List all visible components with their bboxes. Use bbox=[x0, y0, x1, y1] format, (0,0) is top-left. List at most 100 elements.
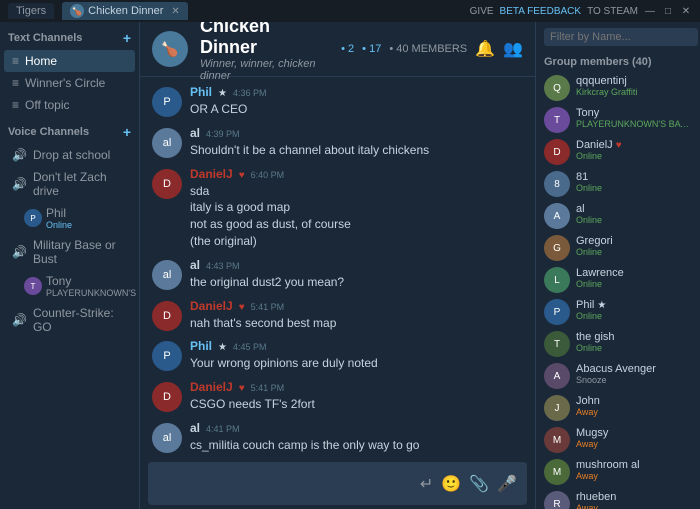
msg-author-4: DanielJ bbox=[190, 299, 233, 313]
msg-author-5: Phil bbox=[190, 339, 212, 353]
phil-avatar-small: P bbox=[24, 209, 42, 227]
sidebar-item-counter-strike[interactable]: 🔊 Counter-Strike: GO bbox=[4, 302, 135, 338]
tony-voice-sub: PLAYERUNKNOWN'S bbox=[46, 288, 136, 298]
member-sub-5: Online bbox=[576, 247, 692, 257]
sidebar-item-off-topic[interactable]: ≡ Off topic bbox=[4, 94, 135, 116]
chat-area: 🍗 Chicken Dinner Winner, winner, chicken… bbox=[140, 22, 535, 509]
close-button[interactable]: ✕ bbox=[680, 5, 692, 17]
add-voice-channel-button[interactable]: + bbox=[123, 124, 131, 140]
member-info-7: Phil ★ Online bbox=[576, 299, 692, 321]
sidebar-item-home[interactable]: ≡ Home bbox=[4, 50, 135, 72]
message-group-7: al al 4:41 PM cs_militia couch camp is t… bbox=[152, 421, 523, 453]
msg-author-3: al bbox=[190, 258, 200, 272]
msg-header-3: al 4:43 PM bbox=[190, 258, 523, 272]
msg-time-4: 5:41 PM bbox=[251, 302, 285, 312]
voice-channels-section: Voice Channels + bbox=[0, 116, 139, 144]
msg-content-2: DanielJ ♥ 6:40 PM sda italy is a good ma… bbox=[190, 167, 523, 250]
member-sub-11: Away bbox=[576, 439, 692, 449]
member-name-13: rhueben bbox=[576, 491, 692, 503]
member-item[interactable]: M Mugsy Away bbox=[540, 424, 696, 456]
msg-content-5: Phil ★ 4:45 PM Your wrong opinions are d… bbox=[190, 339, 523, 372]
member-item[interactable]: G Gregori Online bbox=[540, 232, 696, 264]
off-topic-label: Off topic bbox=[25, 98, 69, 112]
sidebar-item-winners-circle[interactable]: ≡ Winner's Circle bbox=[4, 72, 135, 94]
msg-content-1: al 4:39 PM Shouldn't it be a channel abo… bbox=[190, 126, 523, 159]
member-item[interactable]: M mushroom al Away bbox=[540, 456, 696, 488]
msg-heart-4: ♥ bbox=[239, 302, 245, 313]
msg-author-7: al bbox=[190, 421, 200, 435]
chat-input[interactable] bbox=[158, 477, 412, 491]
message-group-4: D DanielJ ♥ 5:41 PM nah that's second be… bbox=[152, 299, 523, 332]
member-avatar-12: M bbox=[544, 459, 570, 485]
member-avatar-6: L bbox=[544, 267, 570, 293]
member-info-13: rhueben Away bbox=[576, 491, 692, 509]
voice-input-icon[interactable]: 🎤 bbox=[497, 474, 517, 494]
bell-icon[interactable]: 🔔 bbox=[475, 39, 495, 59]
msg-header-0: Phil ★ 4:36 PM bbox=[190, 85, 523, 99]
maximize-button[interactable]: □ bbox=[662, 5, 674, 17]
attachment-icon[interactable]: 📎 bbox=[469, 474, 489, 494]
msg-content-7: al 4:41 PM cs_militia couch camp is the … bbox=[190, 421, 523, 453]
tony-voice-label: Tony bbox=[46, 274, 71, 288]
voice-icon-3: 🔊 bbox=[12, 245, 27, 259]
send-icon[interactable]: ↵ bbox=[420, 474, 433, 494]
member-item[interactable]: T Tony PLAYERUNKNOWN'S BATTLEG... bbox=[540, 104, 696, 136]
member-item[interactable]: R rhueben Away bbox=[540, 488, 696, 509]
member-sub-3: Online bbox=[576, 183, 692, 193]
minimize-button[interactable]: — bbox=[644, 5, 656, 17]
member-avatar-13: R bbox=[544, 491, 570, 509]
member-sub-7: Online bbox=[576, 311, 692, 321]
members-total: • 40 MEMBERS bbox=[389, 43, 467, 55]
message-group-1: al al 4:39 PM Shouldn't it be a channel … bbox=[152, 126, 523, 159]
msg-star-0: ★ bbox=[218, 88, 227, 99]
member-item[interactable]: L Lawrence Online bbox=[540, 264, 696, 296]
members-panel: » Group members (40) Q qqquentinj Kirkcr… bbox=[535, 22, 700, 509]
close-tab-icon[interactable]: ✕ bbox=[171, 6, 179, 17]
msg-author-6: DanielJ bbox=[190, 380, 233, 394]
member-item[interactable]: J John Away bbox=[540, 392, 696, 424]
member-item[interactable]: Q qqquentinj Kirkcray Graffiti bbox=[540, 72, 696, 104]
members-list: Q qqquentinj Kirkcray Graffiti T Tony PL… bbox=[536, 72, 700, 509]
tigers-tab-label: Tigers bbox=[16, 5, 46, 17]
member-avatar-8: T bbox=[544, 331, 570, 357]
main-layout: Text Channels + ≡ Home ≡ Winner's Circle… bbox=[0, 22, 700, 509]
msg-text-2: sda italy is a good map not as good as d… bbox=[190, 183, 523, 250]
msg-avatar-danielj-6: D bbox=[152, 382, 182, 412]
sidebar-item-military-base[interactable]: 🔊 Military Base or Bust bbox=[4, 234, 135, 270]
msg-time-7: 4:41 PM bbox=[206, 424, 240, 434]
member-info-10: John Away bbox=[576, 395, 692, 417]
member-item[interactable]: 8 81 Online bbox=[540, 168, 696, 200]
members-filter-input[interactable] bbox=[544, 28, 698, 46]
add-text-channel-button[interactable]: + bbox=[123, 30, 131, 46]
channel-hash-icon-3: ≡ bbox=[12, 98, 19, 112]
military-base-label: Military Base or Bust bbox=[33, 238, 127, 266]
member-item[interactable]: T the gish Online bbox=[540, 328, 696, 360]
member-item[interactable]: A Abacus Avenger Snooze bbox=[540, 360, 696, 392]
member-item[interactable]: D DanielJ ♥ Online bbox=[540, 136, 696, 168]
friends-icon[interactable]: 👥 bbox=[503, 39, 523, 59]
sidebar-item-drop-at-school[interactable]: 🔊 Drop at school bbox=[4, 144, 135, 166]
sidebar-item-dont-let-zach[interactable]: 🔊 Don't let Zach drive bbox=[4, 166, 135, 202]
sidebar-item-tony-voice[interactable]: T Tony PLAYERUNKNOWN'S bbox=[4, 270, 135, 302]
member-avatar-7: P bbox=[544, 299, 570, 325]
emoji-icon[interactable]: 🙂 bbox=[441, 474, 461, 494]
sidebar-item-phil-voice[interactable]: P Phil Online bbox=[4, 202, 135, 234]
tab-tigers[interactable]: Tigers bbox=[8, 3, 54, 19]
chat-header-info: Chicken Dinner Winner, winner, chicken d… bbox=[200, 22, 329, 82]
member-sub-13: Away bbox=[576, 503, 692, 509]
beta-link[interactable]: BETA FEEDBACK bbox=[500, 6, 582, 17]
msg-avatar-al-3: al bbox=[152, 260, 182, 290]
member-name-4: al bbox=[576, 203, 692, 215]
tab-chicken-dinner[interactable]: 🍗 Chicken Dinner ✕ bbox=[62, 2, 188, 20]
member-info-5: Gregori Online bbox=[576, 235, 692, 257]
member-item[interactable]: P Phil ★ Online bbox=[540, 296, 696, 328]
message-group-3: al al 4:43 PM the original dust2 you mea… bbox=[152, 258, 523, 291]
phil-voice-label: Phil bbox=[46, 206, 66, 220]
phil-voice-sub: Online bbox=[46, 220, 72, 230]
msg-header-6: DanielJ ♥ 5:41 PM bbox=[190, 380, 523, 394]
channel-hash-icon-2: ≡ bbox=[12, 76, 19, 90]
msg-avatar-phil-5: P bbox=[152, 341, 182, 371]
sidebar: Text Channels + ≡ Home ≡ Winner's Circle… bbox=[0, 22, 140, 509]
member-avatar-11: M bbox=[544, 427, 570, 453]
member-item[interactable]: A al Online bbox=[540, 200, 696, 232]
